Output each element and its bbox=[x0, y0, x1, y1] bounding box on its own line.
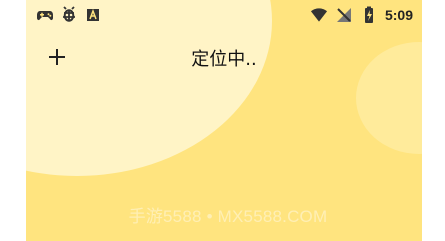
status-bar-left bbox=[36, 6, 102, 24]
game-controller-icon bbox=[36, 6, 54, 24]
status-time: 5:09 bbox=[384, 7, 413, 23]
battery-charging-icon bbox=[360, 6, 378, 24]
status-bar: 5:09 bbox=[26, 0, 422, 30]
bug-icon bbox=[60, 6, 78, 24]
page-title: 定位中.. bbox=[191, 49, 257, 70]
no-signal-icon bbox=[335, 6, 353, 24]
app-bar: 定位中.. bbox=[26, 42, 422, 78]
watermark-text: 手游5588 • MX5588.COM bbox=[128, 207, 328, 226]
status-bar-right: 5:09 bbox=[310, 6, 413, 24]
plus-icon bbox=[47, 47, 67, 71]
weather-app-screen: 5:09 定位中.. 手游5588 • MX5588.COM bbox=[26, 0, 422, 241]
wifi-icon bbox=[310, 6, 328, 24]
add-location-button[interactable] bbox=[44, 46, 70, 72]
font-icon bbox=[84, 6, 102, 24]
